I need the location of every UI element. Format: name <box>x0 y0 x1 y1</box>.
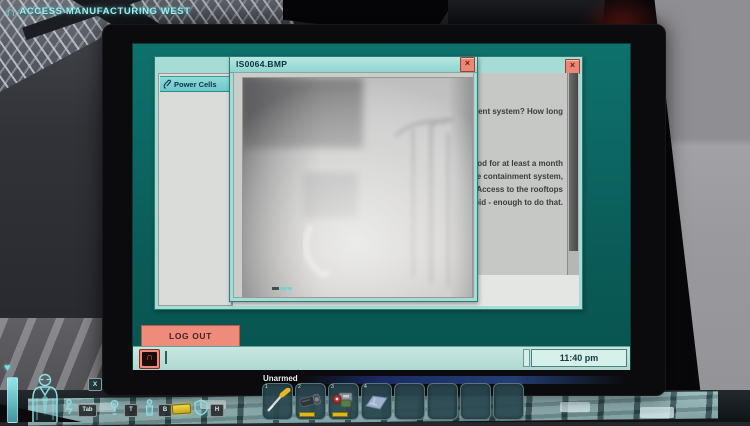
flashlight-icon <box>108 399 121 416</box>
inventory-item-cloth-icon <box>363 388 390 415</box>
hotkey-body: B <box>158 404 172 417</box>
clock: 11:40 pm <box>531 349 627 367</box>
image-window-title: IS0064.BMP <box>236 59 287 69</box>
inventory-slot-5[interactable] <box>394 383 425 420</box>
hotkey-tab: Tab <box>78 404 97 417</box>
image-window-body <box>233 72 474 298</box>
close-icon[interactable]: × <box>460 57 475 72</box>
email-text-line: the containment system, <box>469 172 563 181</box>
battery-item-highlight <box>172 403 192 414</box>
image-window-titlebar[interactable]: IS0064.BMP × <box>230 57 477 73</box>
health-bar <box>7 377 18 423</box>
taskbar-divider <box>523 349 530 367</box>
keyboard-key <box>640 407 674 418</box>
attachment-panel: Power Cells <box>158 73 232 306</box>
inventory-slot-7[interactable] <box>460 383 491 420</box>
ammo-bar <box>299 412 315 417</box>
image-scroll-handle[interactable] <box>272 277 293 295</box>
location-label: ACCESS MANUFACTURING WEST <box>19 6 190 17</box>
image-viewer-window[interactable]: IS0064.BMP × <box>229 56 478 302</box>
player-body-figure <box>24 372 66 422</box>
taskbar: ∩ 11:40 pm <box>133 346 630 370</box>
app-logo-icon[interactable]: ∩ <box>139 349 160 369</box>
crouch-icon <box>62 399 76 416</box>
inventory-slot-3[interactable]: 3 <box>328 383 359 420</box>
biomod-body-icon <box>143 399 156 416</box>
attachment-power-cells[interactable]: Power Cells <box>160 76 230 92</box>
logo-glyph: ∩ <box>142 352 157 366</box>
status-badge: X <box>88 378 102 391</box>
computer-screen[interactable]: × Power Cells tainment system? How long … <box>132 43 631 370</box>
inventory-bar: 1 2 3 4 <box>262 383 524 420</box>
inventory-slot-6[interactable] <box>427 383 458 420</box>
scrollbar-thumb[interactable] <box>569 73 578 251</box>
location-banner: ∩ ACCESS MANUFACTURING WEST <box>6 5 191 18</box>
close-icon[interactable]: × <box>565 59 580 74</box>
inventory-slot-8[interactable] <box>493 383 524 420</box>
inventory-item-flashlight-icon <box>297 388 324 415</box>
inventory-slot-4[interactable]: 4 <box>361 383 392 420</box>
weapon-status-label: Unarmed <box>263 374 298 383</box>
hotkey-light: T <box>124 404 138 417</box>
inventory-item-toolkit-icon <box>330 388 357 415</box>
email-scrollbar[interactable] <box>567 73 579 275</box>
keyboard-key <box>560 402 590 412</box>
shield-hack-icon <box>194 399 208 416</box>
attached-photo <box>242 77 473 298</box>
heart-icon: ♥ <box>4 362 11 374</box>
attachment-label: Power Cells <box>174 80 217 89</box>
inventory-item-screwdriver-icon <box>264 388 291 415</box>
faction-logo-icon: ∩ <box>6 5 15 18</box>
inventory-slot-2[interactable]: 2 <box>295 383 326 420</box>
hotkey-hack: H <box>210 404 224 417</box>
email-text-line: good for at least a month <box>467 159 563 168</box>
logout-button[interactable]: LOG OUT <box>141 325 240 347</box>
paperclip-icon <box>163 79 172 90</box>
ammo-bar <box>332 412 348 417</box>
text-cursor <box>165 351 167 364</box>
inventory-slot-1[interactable]: 1 <box>262 383 293 420</box>
